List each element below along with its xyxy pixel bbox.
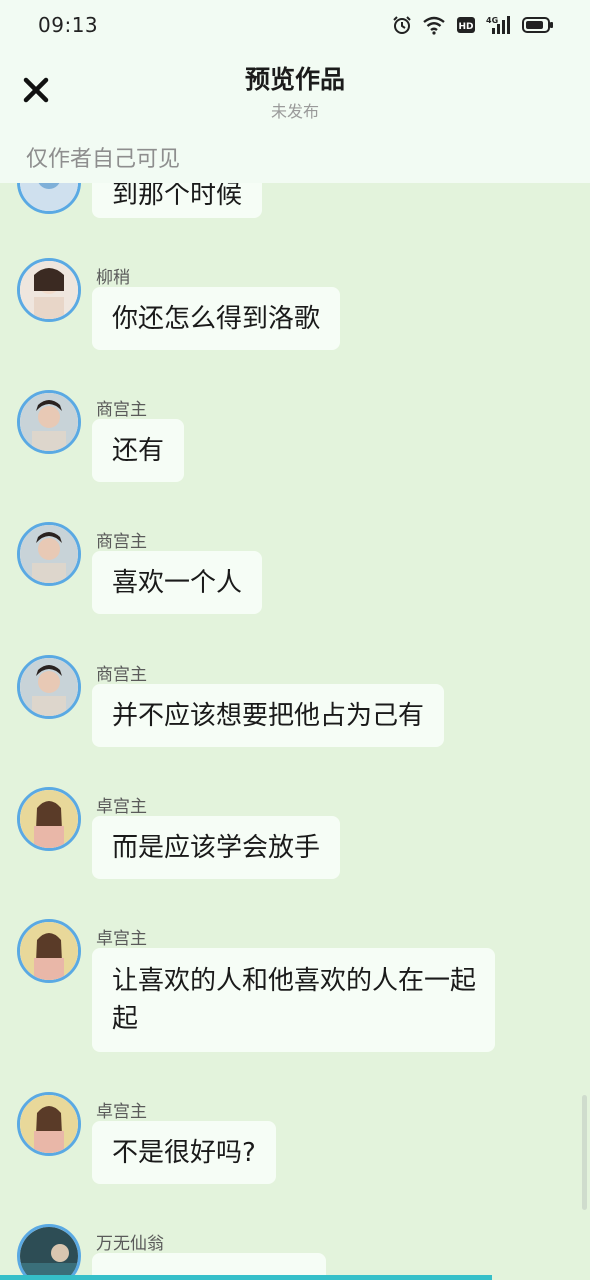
avatar[interactable]	[17, 258, 81, 322]
status-time: 09:13	[38, 13, 99, 37]
battery-icon	[522, 15, 554, 35]
message-bubble[interactable]: 不是很好吗?	[92, 1121, 276, 1184]
alarm-icon	[392, 15, 412, 35]
message-text: 还有	[112, 436, 165, 466]
visibility-note: 仅作者自己可见	[26, 147, 181, 172]
message-bubble[interactable]: 还有	[92, 419, 185, 482]
sender-name: 商宫主	[96, 400, 147, 420]
message-text: 到那个时候	[112, 180, 243, 210]
header: 预览作品 未发布 仅作者自己可见	[0, 52, 590, 183]
message-bubble[interactable]: 而是应该学会放手	[92, 816, 341, 879]
progress-bar	[0, 1275, 492, 1280]
avatar[interactable]	[17, 655, 81, 719]
hd-label: HD	[458, 22, 473, 32]
message-text: 喜欢一个人	[112, 568, 243, 598]
page-subtitle: 未发布	[270, 102, 319, 121]
message-text: 而是应该学会放手	[112, 833, 321, 863]
message-text: 并不应该想要把他占为己有	[112, 701, 425, 731]
wifi-icon	[422, 15, 446, 35]
message-text: 你还怎么得到洛歌	[112, 304, 321, 334]
message-bubble[interactable]: 让喜欢的人和他喜欢的人在一起 起	[92, 948, 495, 1052]
page-title: 预览作品	[244, 65, 345, 94]
4g-signal-icon: 4G	[486, 15, 512, 35]
sender-name: 商宫主	[96, 665, 147, 685]
avatar[interactable]	[17, 390, 81, 454]
message-text: 让喜欢的人和他喜欢的人在一起	[112, 966, 475, 996]
sender-name: 柳稍	[96, 268, 130, 288]
sender-name: 万无仙翁	[96, 1234, 164, 1254]
sender-name: 卓宫主	[96, 929, 147, 949]
sender-name: 卓宫主	[96, 1102, 147, 1122]
message-bubble[interactable]: 喜欢一个人	[92, 551, 263, 614]
sender-name: 商宫主	[96, 532, 147, 552]
avatar[interactable]	[17, 919, 81, 983]
status-bar: 09:13 HD 4G	[0, 0, 590, 52]
chat-scroll-area[interactable]: 到那个时候 柳稍 你还怎么得到洛歌 商宫主 还有 商宫主 喜欢一个人 商宫主 并…	[0, 0, 590, 1280]
network-label: 4G	[486, 16, 498, 25]
avatar[interactable]	[17, 1224, 81, 1280]
avatar[interactable]	[17, 522, 81, 586]
scrollbar[interactable]	[582, 1095, 587, 1210]
avatar[interactable]	[17, 1092, 81, 1156]
avatar[interactable]	[17, 787, 81, 851]
status-icons: HD 4G	[392, 15, 554, 35]
sender-name: 卓宫主	[96, 797, 147, 817]
message-bubble[interactable]: 你还怎么得到洛歌	[92, 287, 341, 350]
message-text-line2: 起	[112, 1004, 139, 1034]
hd-icon: HD	[456, 15, 476, 35]
message-text: 不是很好吗?	[112, 1138, 256, 1168]
message-bubble[interactable]: 并不应该想要把他占为己有	[92, 684, 445, 747]
